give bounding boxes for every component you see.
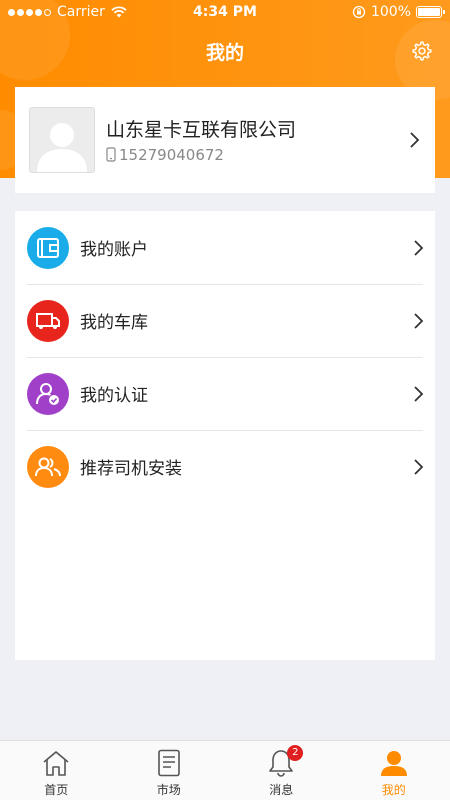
- menu-list: 我的账户 我的车库 我的认证 推荐司机安装: [15, 211, 435, 660]
- tab-home[interactable]: 首页: [0, 741, 113, 800]
- carrier-label: Carrier: [57, 4, 105, 20]
- settings-button[interactable]: [408, 37, 436, 65]
- phone-number: 15279040672: [119, 145, 224, 164]
- menu-item-recommend-driver[interactable]: 推荐司机安装: [15, 430, 435, 503]
- battery-percent: 100%: [370, 4, 411, 20]
- wallet-icon: [27, 226, 69, 269]
- tab-label: 首页: [44, 783, 69, 797]
- menu-item-garage[interactable]: 我的车库: [15, 284, 435, 357]
- truck-icon: [27, 299, 69, 342]
- default-avatar-icon: [37, 123, 87, 172]
- status-bar: Carrier 4:34 PM 100%: [0, 0, 450, 24]
- chevron-right-icon: [414, 312, 424, 329]
- menu-item-account[interactable]: 我的账户: [15, 211, 435, 284]
- gear-icon: [412, 41, 432, 61]
- menu-item-label: 我的车库: [80, 313, 148, 333]
- navigation-bar: 我的: [0, 24, 450, 80]
- person-icon: [380, 751, 407, 776]
- battery-icon: [416, 6, 445, 18]
- avatar: [29, 107, 95, 173]
- company-name: 山东星卡互联有限公司: [106, 118, 297, 141]
- unread-badge: 2: [287, 745, 304, 761]
- phone-icon: [106, 147, 116, 162]
- list-icon: [157, 749, 180, 777]
- wifi-icon: [111, 6, 127, 18]
- tab-market[interactable]: 市场: [113, 741, 226, 800]
- tab-label: 市场: [156, 783, 181, 797]
- chevron-right-icon: [410, 132, 420, 148]
- profile-card[interactable]: 山东星卡互联有限公司 15279040672: [15, 87, 435, 193]
- menu-item-label: 我的认证: [80, 386, 148, 406]
- signal-icon: [8, 8, 51, 16]
- chevron-right-icon: [414, 385, 424, 402]
- menu-item-label: 推荐司机安装: [80, 459, 182, 479]
- tab-label: 我的: [381, 783, 406, 797]
- chevron-right-icon: [414, 458, 424, 475]
- tab-bar: 首页 市场 2 消息 我的: [0, 740, 450, 800]
- tab-mine[interactable]: 我的: [338, 741, 450, 800]
- page-title: 我的: [205, 42, 244, 64]
- users-icon: [27, 445, 69, 488]
- verified-user-icon: [27, 372, 69, 415]
- tab-messages[interactable]: 2 消息: [225, 741, 338, 800]
- menu-item-verification[interactable]: 我的认证: [15, 357, 435, 430]
- home-icon: [43, 751, 69, 776]
- orientation-lock-icon: [352, 5, 366, 19]
- menu-item-label: 我的账户: [80, 240, 148, 260]
- chevron-right-icon: [414, 239, 424, 256]
- tab-label: 消息: [269, 783, 294, 797]
